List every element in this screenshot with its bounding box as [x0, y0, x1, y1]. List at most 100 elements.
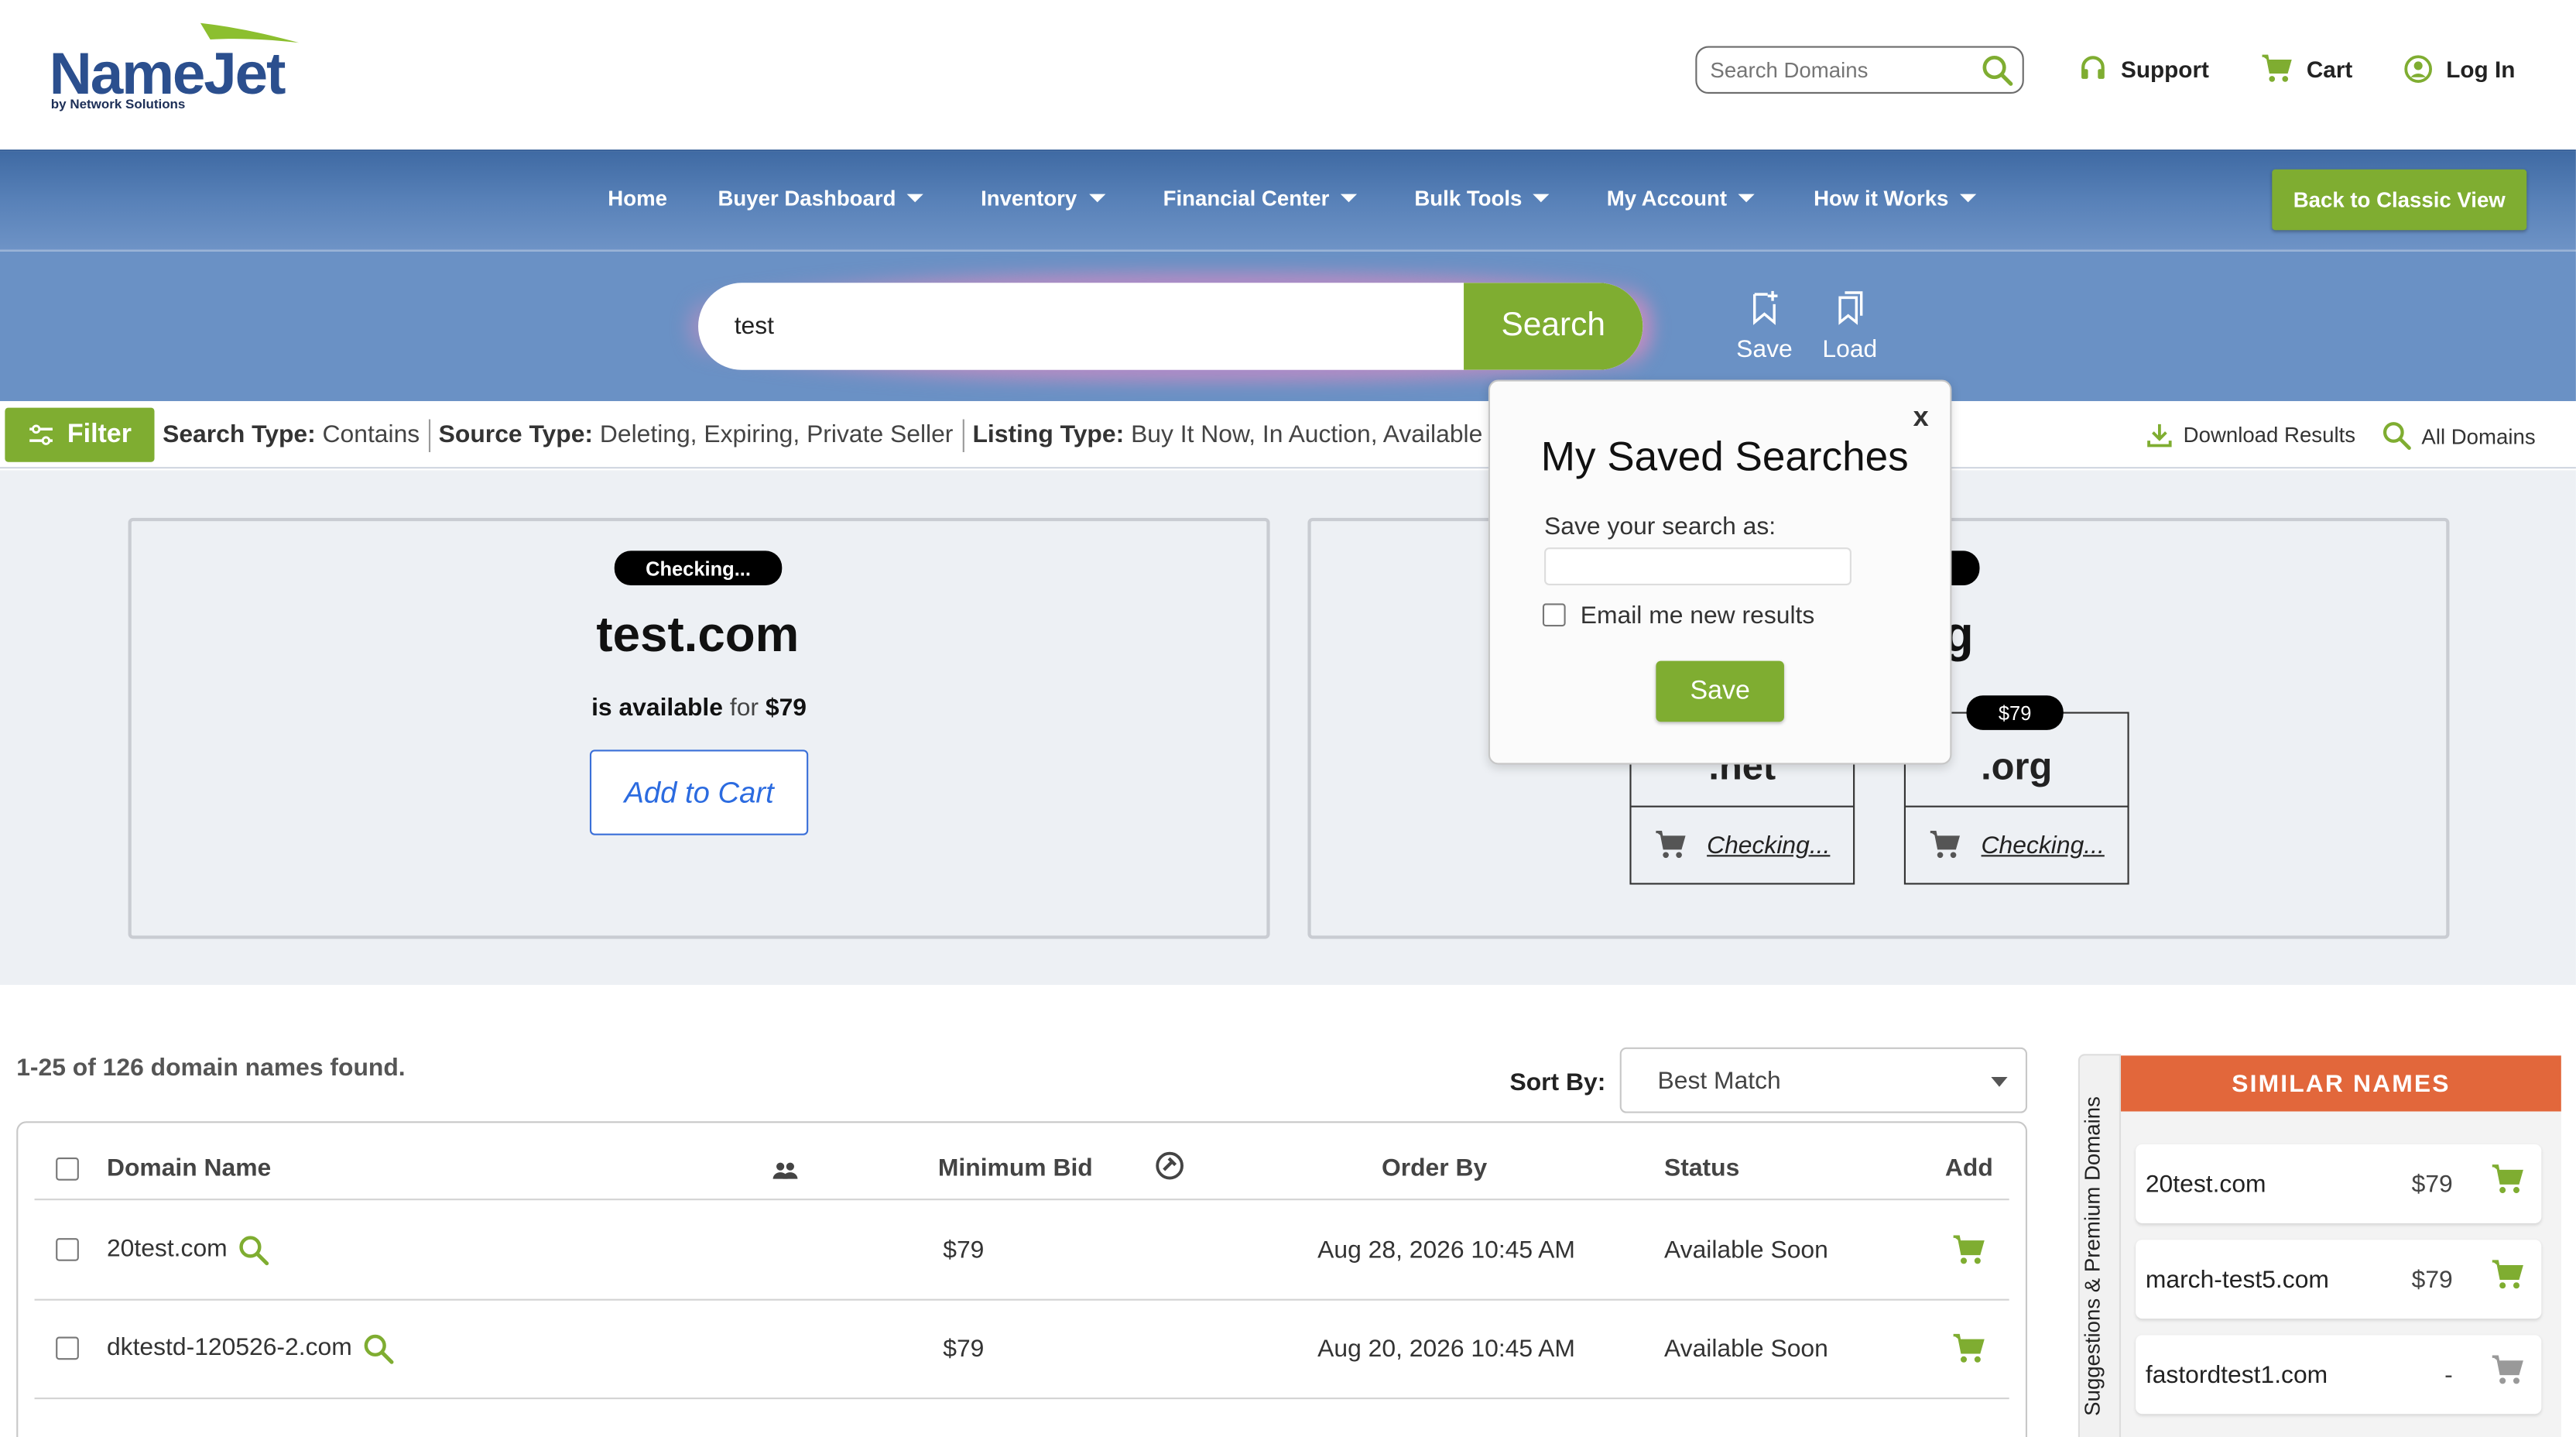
search-icon[interactable] — [238, 1235, 269, 1266]
add-to-cart-button[interactable]: Add to Cart — [589, 749, 809, 835]
save-as-label: Save your search as: — [1544, 513, 1776, 541]
similar-item-price: - — [2444, 1361, 2453, 1390]
status-badge: Checking... — [614, 550, 783, 586]
column-domain-name[interactable]: Domain Name — [107, 1154, 271, 1182]
support-label: Support — [2121, 56, 2209, 83]
bookmark-plus-icon — [1753, 290, 1778, 325]
sliders-icon — [29, 424, 53, 444]
cart-icon[interactable] — [2491, 1164, 2526, 1195]
tld-add-link[interactable]: Checking... — [1905, 805, 2128, 883]
nav-home[interactable]: Home — [608, 186, 667, 211]
bookmarks-icon — [1838, 291, 1863, 325]
main-search-input[interactable] — [734, 283, 1458, 370]
column-minimum-bid[interactable]: Minimum Bid — [938, 1154, 1093, 1182]
logo[interactable]: NameJet by Network Solutions — [0, 0, 328, 132]
headset-icon — [2081, 56, 2105, 79]
row-bid: $79 — [943, 1335, 985, 1363]
back-to-classic-button[interactable]: Back to Classic View — [2272, 169, 2527, 231]
domain-title: test.com — [596, 608, 800, 663]
suggestions-tab-label: Suggestions & Premium Domains — [2079, 1096, 2105, 1416]
cart-icon[interactable] — [1951, 1235, 1986, 1266]
nav-buyer-dashboard-label: Buyer Dashboard — [718, 185, 896, 211]
all-domains-label: All Domains — [2421, 423, 2536, 448]
row-divider — [34, 1298, 2009, 1301]
row-domain[interactable]: 20test.com — [107, 1235, 228, 1263]
column-status[interactable]: Status — [1664, 1154, 1739, 1182]
sort-value: Best Match — [1657, 1067, 1781, 1096]
nav-how-it-works[interactable]: How it Works — [1814, 186, 1977, 211]
nav-buyer-dashboard[interactable]: Buyer Dashboard — [718, 185, 924, 211]
search-type-label: Search Type: — [163, 420, 316, 449]
close-icon[interactable]: x — [1913, 401, 1929, 434]
nav-home-label: Home — [608, 185, 667, 211]
cart-icon[interactable] — [2491, 1355, 2526, 1386]
nav-financial-center-label: Financial Center — [1163, 185, 1330, 211]
save-as-input[interactable] — [1544, 547, 1852, 586]
modal-save-button[interactable]: Save — [1656, 660, 1784, 722]
search-type-value: Contains — [322, 420, 420, 449]
similar-item[interactable]: fastordtest1.com - — [2136, 1335, 2542, 1415]
users-icon[interactable] — [772, 1161, 799, 1180]
search-type-criteria[interactable]: Search Type: Contains — [163, 421, 420, 449]
for-label: for — [729, 694, 759, 722]
similar-item-price: $79 — [2411, 1266, 2453, 1295]
cart-icon[interactable] — [1951, 1333, 1986, 1364]
price-value: $79 — [765, 694, 807, 722]
nav-inventory[interactable]: Inventory — [981, 186, 1105, 211]
cart-icon — [2262, 54, 2292, 82]
tld-status: Checking... — [1707, 831, 1831, 859]
save-search-button[interactable]: Save — [1732, 290, 1797, 363]
login-link[interactable]: Log In — [2403, 54, 2515, 84]
similar-item[interactable]: 20test.com $79 — [2136, 1144, 2542, 1223]
email-results-checkbox[interactable] — [1542, 603, 1566, 627]
cart-link[interactable]: Cart — [2260, 54, 2352, 84]
select-all-checkbox[interactable] — [56, 1157, 79, 1181]
similar-item[interactable]: march-test5.com $79 — [2136, 1240, 2542, 1319]
row-order-by: Aug 20, 2026 10:45 AM — [1317, 1335, 1575, 1363]
saved-searches-modal: x My Saved Searches Save your search as:… — [1488, 379, 1952, 765]
results-count: 1-25 of 126 domain names found. — [16, 1054, 406, 1082]
all-domains-link[interactable]: All Domains — [2382, 421, 2536, 451]
row-checkbox[interactable] — [56, 1238, 79, 1261]
download-results-label: Download Results — [2183, 422, 2356, 448]
listing-type-criteria[interactable]: Listing Type: Buy It Now, In Auction, Av… — [972, 421, 1482, 449]
nav-inventory-label: Inventory — [981, 185, 1077, 211]
support-link[interactable]: Support — [2078, 54, 2209, 84]
load-search-label: Load — [1822, 335, 1878, 364]
search-icon[interactable] — [1982, 54, 2014, 87]
column-order-by[interactable]: Order By — [1382, 1154, 1487, 1182]
row-status: Available Soon — [1663, 1236, 1828, 1265]
source-type-criteria[interactable]: Source Type: Deleting, Expiring, Private… — [439, 421, 954, 449]
caret-down-icon — [1738, 194, 1756, 203]
search-icon[interactable] — [363, 1333, 394, 1364]
caret-down-icon — [1341, 194, 1358, 203]
load-search-button[interactable]: Load — [1817, 290, 1882, 364]
auction-icon[interactable] — [1155, 1151, 1184, 1181]
chevron-down-icon — [1991, 1076, 2008, 1087]
user-icon — [2404, 55, 2433, 84]
similar-names-header: SIMILAR NAMES — [2121, 1055, 2561, 1112]
email-results-label: Email me new results — [1580, 602, 1815, 630]
nav-my-account[interactable]: My Account — [1606, 185, 1756, 211]
row-checkbox[interactable] — [56, 1336, 79, 1360]
row-divider — [34, 1398, 2009, 1400]
search-button[interactable]: Search — [1464, 283, 1643, 370]
caret-down-icon — [1088, 194, 1105, 203]
caret-down-icon — [907, 194, 924, 203]
divider — [962, 419, 964, 452]
tld-add-link[interactable]: Checking... — [1631, 805, 1854, 883]
filter-button[interactable]: Filter — [5, 407, 155, 462]
nav-my-account-label: My Account — [1606, 185, 1728, 211]
row-domain[interactable]: dktestd-120526-2.com — [107, 1333, 352, 1361]
nav-bulk-tools-label: Bulk Tools — [1414, 185, 1523, 211]
header-search-input[interactable] — [1697, 47, 1974, 92]
caret-down-icon — [1533, 194, 1550, 203]
cart-icon[interactable] — [2491, 1260, 2526, 1291]
sort-select[interactable]: Best Match — [1619, 1047, 2028, 1113]
nav-financial-center[interactable]: Financial Center — [1163, 186, 1358, 211]
nav-bulk-tools[interactable]: Bulk Tools — [1414, 186, 1550, 211]
download-results-link[interactable]: Download Results — [2146, 421, 2355, 449]
column-add: Add — [1944, 1154, 1993, 1182]
listing-type-value: Buy It Now, In Auction, Available — [1131, 420, 1483, 449]
similar-item-name: 20test.com — [2145, 1171, 2266, 1199]
